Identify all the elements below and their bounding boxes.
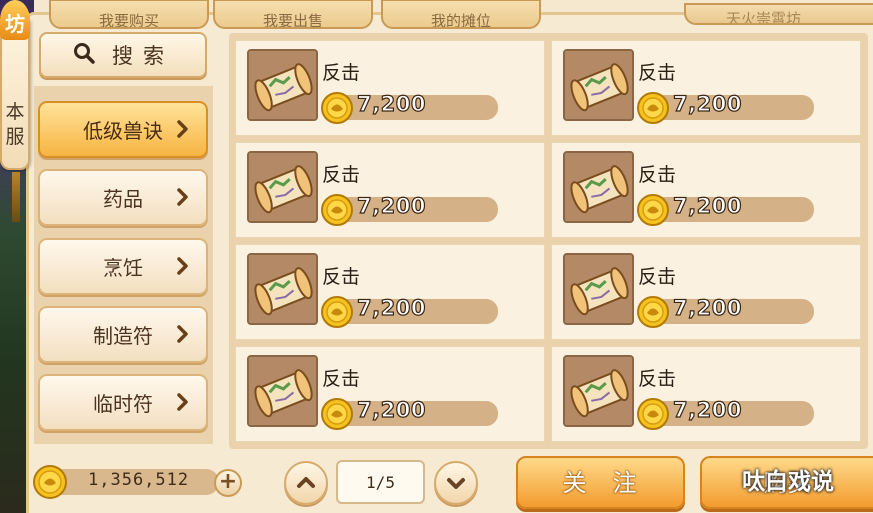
category-item[interactable]: 临时符 — [38, 374, 208, 431]
item-name: 反击 — [322, 266, 361, 288]
watermark-text: 呔白戏说 — [742, 469, 834, 495]
chevron-right-icon — [176, 253, 190, 284]
skill-scroll-icon — [563, 49, 634, 121]
chevron-right-icon — [176, 389, 190, 420]
item-card[interactable]: 反击 7,200 — [551, 40, 861, 136]
item-price: 7,200 — [356, 193, 426, 218]
add-gold-button[interactable]: + — [214, 469, 242, 497]
tassel-ornament — [12, 172, 20, 222]
item-card[interactable]: 反击 7,200 — [235, 142, 545, 238]
gold-coin-icon — [320, 295, 354, 329]
gold-coin-icon — [320, 91, 354, 125]
skill-scroll-icon — [247, 49, 318, 121]
item-name: 反击 — [322, 164, 361, 186]
category-label: 药品 — [103, 187, 143, 211]
item-price: 7,200 — [356, 91, 426, 116]
item-price: 7,200 — [672, 397, 742, 422]
side-tag-label: 本服 — [5, 101, 25, 148]
item-card[interactable]: 反击 7,200 — [235, 346, 545, 442]
item-price: 7,200 — [356, 397, 426, 422]
search-label: 搜索 — [112, 44, 174, 68]
gold-coin-icon — [636, 397, 670, 431]
gold-coin-icon — [32, 464, 68, 500]
category-label: 制造符 — [93, 324, 153, 348]
item-name: 反击 — [638, 266, 677, 288]
item-price: 7,200 — [672, 91, 742, 116]
tab-my-stall[interactable]: 我的摊位 — [381, 0, 541, 29]
server-side-tag[interactable]: 坊 本服 — [0, 0, 30, 222]
category-label: 烹饪 — [103, 256, 143, 280]
gold-coin-icon — [636, 193, 670, 227]
category-label: 低级兽诀 — [83, 119, 163, 143]
gold-coin-icon — [636, 295, 670, 329]
tab-sell[interactable]: 我要出售 — [213, 0, 373, 29]
category-item[interactable]: 烹饪 — [38, 238, 208, 295]
item-price: 7,200 — [672, 295, 742, 320]
chevron-down-icon — [447, 478, 465, 489]
category-item[interactable]: 制造符 — [38, 306, 208, 363]
category-label: 临时符 — [93, 392, 153, 416]
skill-scroll-icon — [563, 151, 634, 223]
search-icon — [72, 41, 96, 70]
gold-balance-value: 1,356,512 — [88, 470, 190, 490]
category-item[interactable]: 低级兽诀 — [38, 101, 208, 158]
skill-scroll-icon — [247, 355, 318, 427]
chevron-right-icon — [176, 116, 190, 147]
gold-coin-icon — [320, 397, 354, 431]
search-button[interactable]: 搜索 — [39, 32, 207, 78]
page-indicator: 1/5 — [336, 460, 425, 504]
skill-scroll-icon — [247, 151, 318, 223]
chevron-right-icon — [176, 184, 190, 215]
category-item[interactable]: 药品 — [38, 169, 208, 226]
gold-coin-icon — [320, 193, 354, 227]
page-down-button[interactable] — [434, 461, 478, 505]
item-name: 反击 — [638, 368, 677, 390]
follow-button[interactable]: 关注 — [516, 456, 685, 509]
chevron-up-icon — [297, 477, 315, 488]
item-name: 反击 — [638, 62, 677, 84]
item-name: 反击 — [322, 62, 361, 84]
skill-scroll-icon — [247, 253, 318, 325]
page-up-button[interactable] — [284, 461, 328, 505]
tab-buy[interactable]: 我要购买 — [49, 0, 209, 29]
gold-coin-icon — [636, 91, 670, 125]
item-card[interactable]: 反击 7,200 — [551, 142, 861, 238]
item-card[interactable]: 反击 7,200 — [235, 244, 545, 340]
item-name: 反击 — [638, 164, 677, 186]
chevron-right-icon — [176, 321, 190, 352]
market-title-banner: 天火崇霄坊 — [684, 3, 873, 25]
item-price: 7,200 — [672, 193, 742, 218]
item-card[interactable]: 反击 7,200 — [551, 346, 861, 442]
skill-scroll-icon — [563, 253, 634, 325]
item-name: 反击 — [322, 368, 361, 390]
side-tag-head: 坊 — [0, 0, 30, 40]
skill-scroll-icon — [563, 355, 634, 427]
item-card[interactable]: 反击 7,200 — [551, 244, 861, 340]
item-price: 7,200 — [356, 295, 426, 320]
item-card[interactable]: 反击 7,200 — [235, 40, 545, 136]
